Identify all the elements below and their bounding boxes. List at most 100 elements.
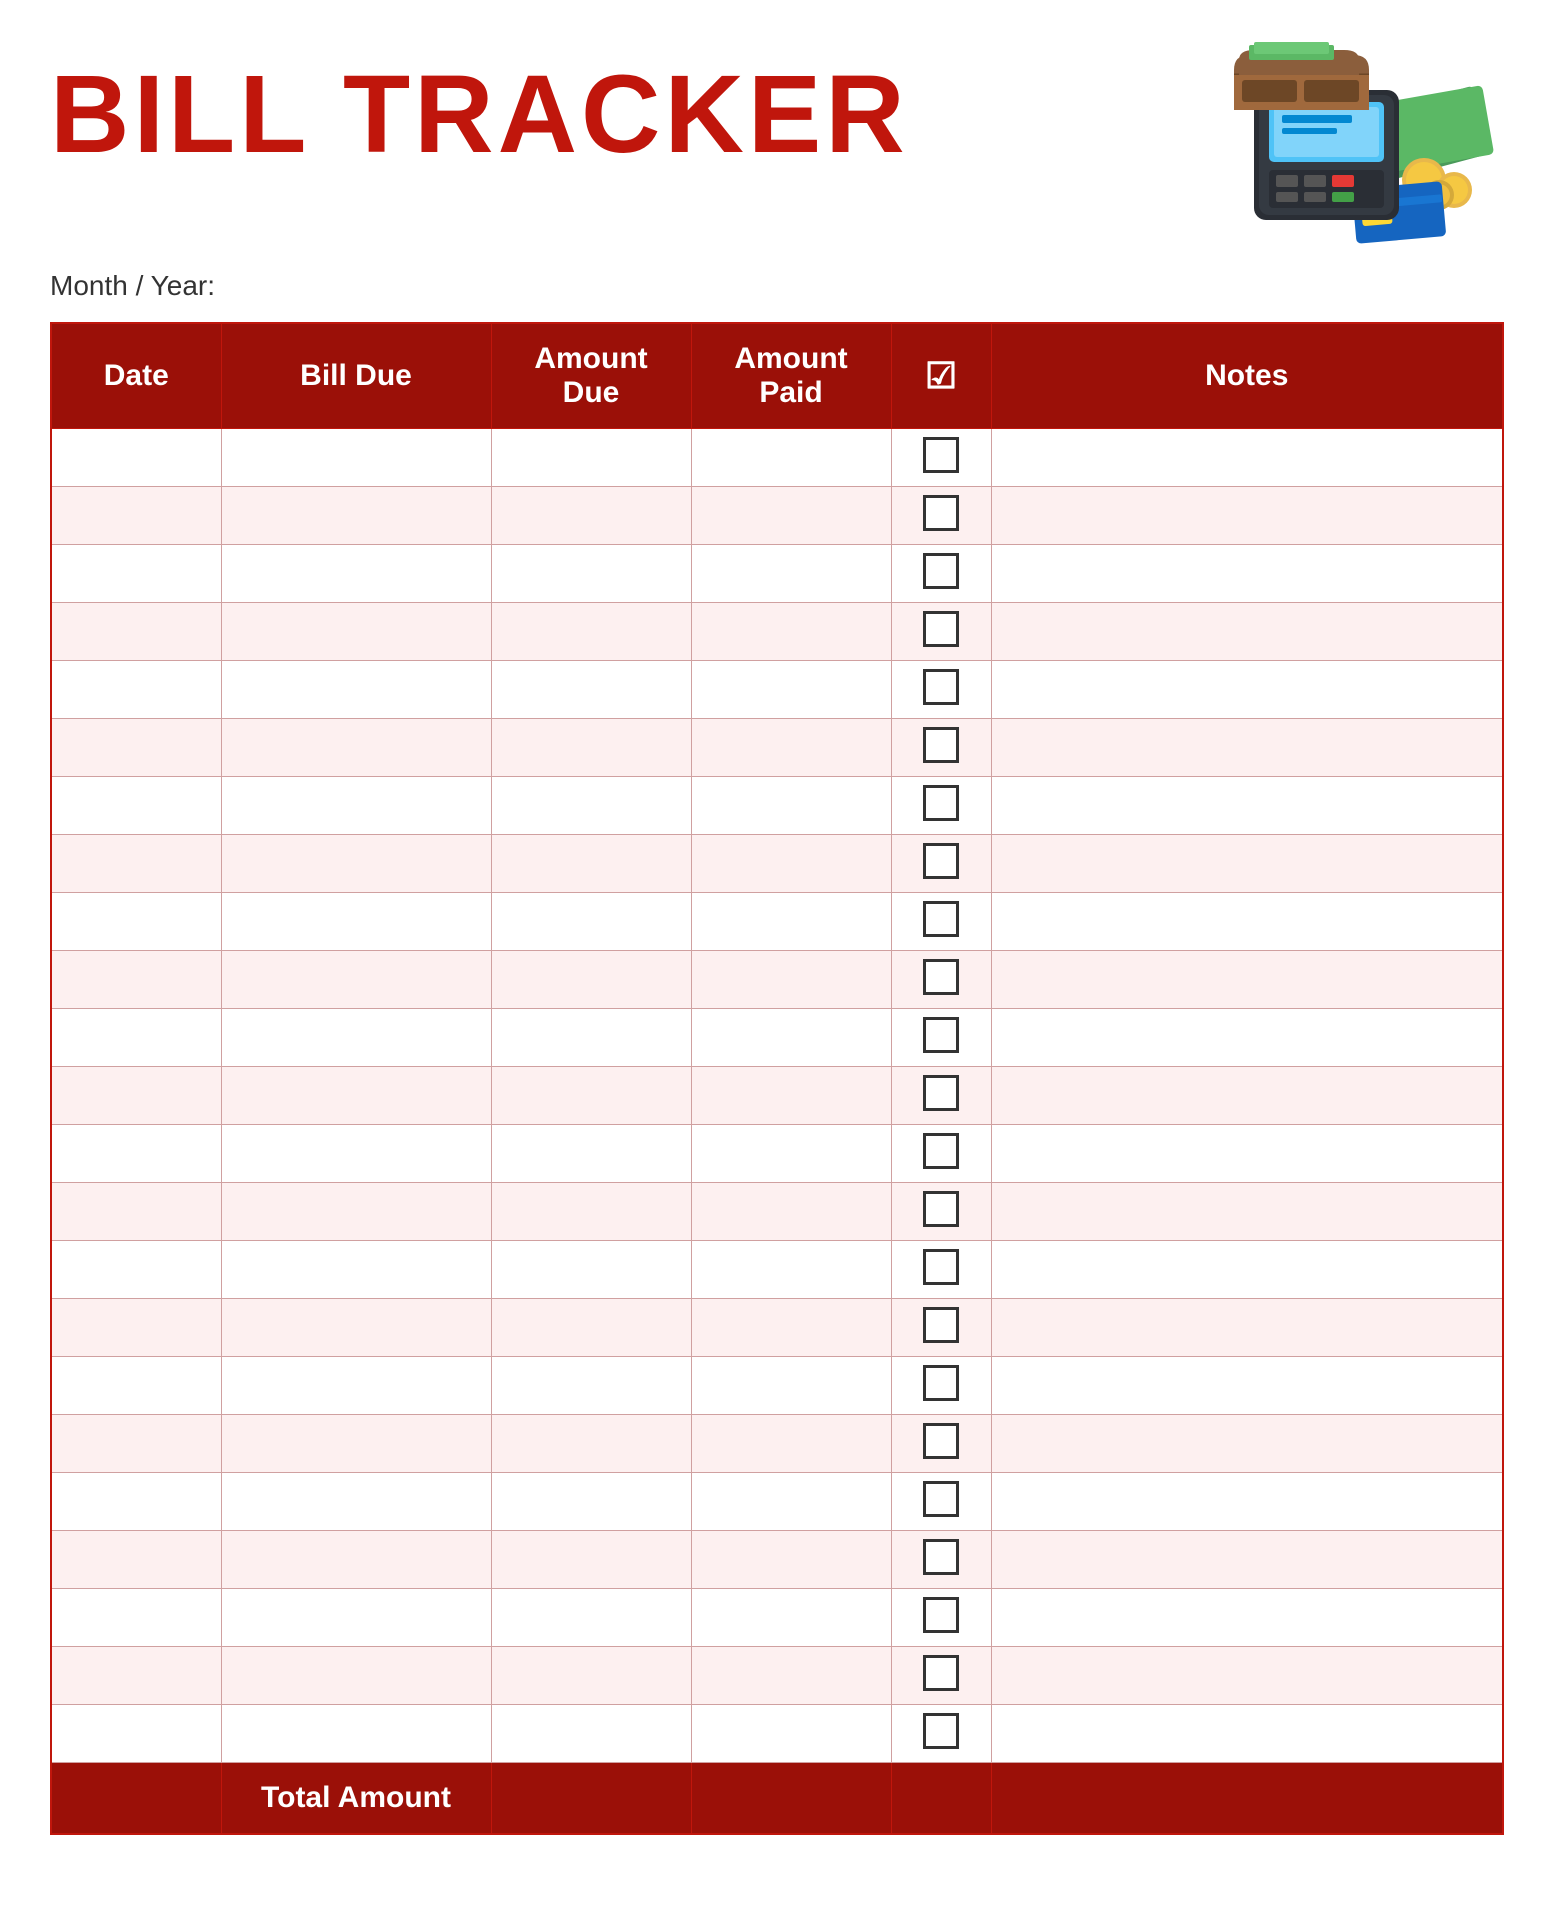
cell-notes[interactable] [991, 1009, 1503, 1067]
checkbox-box[interactable] [923, 1423, 959, 1459]
cell-checkbox[interactable] [891, 1589, 991, 1647]
cell-amount-due[interactable] [491, 893, 691, 951]
cell-bill-due[interactable] [221, 893, 491, 951]
cell-amount-due[interactable] [491, 1415, 691, 1473]
cell-amount-paid[interactable] [691, 545, 891, 603]
cell-checkbox[interactable] [891, 1357, 991, 1415]
cell-date[interactable] [51, 1705, 221, 1763]
cell-amount-due[interactable] [491, 1589, 691, 1647]
cell-date[interactable] [51, 719, 221, 777]
cell-bill-due[interactable] [221, 1183, 491, 1241]
cell-notes[interactable] [991, 893, 1503, 951]
cell-amount-due[interactable] [491, 835, 691, 893]
cell-notes[interactable] [991, 545, 1503, 603]
checkbox-box[interactable] [923, 1249, 959, 1285]
cell-amount-due[interactable] [491, 1241, 691, 1299]
cell-amount-paid[interactable] [691, 603, 891, 661]
checkbox-box[interactable] [923, 727, 959, 763]
cell-date[interactable] [51, 1183, 221, 1241]
cell-amount-paid[interactable] [691, 1415, 891, 1473]
cell-date[interactable] [51, 487, 221, 545]
checkbox-box[interactable] [923, 1075, 959, 1111]
cell-notes[interactable] [991, 429, 1503, 487]
checkbox-box[interactable] [923, 1655, 959, 1691]
cell-bill-due[interactable] [221, 1473, 491, 1531]
cell-amount-paid[interactable] [691, 1473, 891, 1531]
cell-checkbox[interactable] [891, 661, 991, 719]
cell-bill-due[interactable] [221, 1009, 491, 1067]
cell-date[interactable] [51, 545, 221, 603]
cell-amount-due[interactable] [491, 1357, 691, 1415]
checkbox-box[interactable] [923, 553, 959, 589]
cell-bill-due[interactable] [221, 1299, 491, 1357]
cell-amount-due[interactable] [491, 719, 691, 777]
cell-bill-due[interactable] [221, 1415, 491, 1473]
cell-checkbox[interactable] [891, 835, 991, 893]
cell-amount-due[interactable] [491, 429, 691, 487]
cell-amount-due[interactable] [491, 661, 691, 719]
cell-amount-paid[interactable] [691, 1241, 891, 1299]
cell-date[interactable] [51, 893, 221, 951]
cell-amount-paid[interactable] [691, 429, 891, 487]
cell-checkbox[interactable] [891, 1299, 991, 1357]
cell-date[interactable] [51, 1241, 221, 1299]
checkbox-box[interactable] [923, 843, 959, 879]
cell-notes[interactable] [991, 1183, 1503, 1241]
cell-bill-due[interactable] [221, 1589, 491, 1647]
cell-date[interactable] [51, 1299, 221, 1357]
cell-amount-paid[interactable] [691, 893, 891, 951]
cell-notes[interactable] [991, 1299, 1503, 1357]
cell-date[interactable] [51, 1531, 221, 1589]
cell-amount-paid[interactable] [691, 1125, 891, 1183]
cell-checkbox[interactable] [891, 719, 991, 777]
cell-amount-paid[interactable] [691, 1009, 891, 1067]
cell-checkbox[interactable] [891, 603, 991, 661]
cell-checkbox[interactable] [891, 777, 991, 835]
cell-bill-due[interactable] [221, 1705, 491, 1763]
cell-checkbox[interactable] [891, 545, 991, 603]
cell-amount-paid[interactable] [691, 1647, 891, 1705]
cell-notes[interactable] [991, 777, 1503, 835]
cell-notes[interactable] [991, 719, 1503, 777]
cell-amount-paid[interactable] [691, 1299, 891, 1357]
cell-notes[interactable] [991, 1415, 1503, 1473]
cell-date[interactable] [51, 1009, 221, 1067]
cell-amount-due[interactable] [491, 1183, 691, 1241]
cell-amount-due[interactable] [491, 545, 691, 603]
checkbox-box[interactable] [923, 901, 959, 937]
cell-amount-paid[interactable] [691, 487, 891, 545]
cell-amount-due[interactable] [491, 1531, 691, 1589]
cell-notes[interactable] [991, 1531, 1503, 1589]
cell-date[interactable] [51, 661, 221, 719]
cell-notes[interactable] [991, 1067, 1503, 1125]
cell-amount-paid[interactable] [691, 1589, 891, 1647]
checkbox-box[interactable] [923, 1191, 959, 1227]
checkbox-box[interactable] [923, 1539, 959, 1575]
cell-amount-paid[interactable] [691, 835, 891, 893]
cell-bill-due[interactable] [221, 719, 491, 777]
cell-bill-due[interactable] [221, 603, 491, 661]
cell-amount-paid[interactable] [691, 661, 891, 719]
cell-date[interactable] [51, 603, 221, 661]
cell-amount-due[interactable] [491, 1647, 691, 1705]
checkbox-box[interactable] [923, 437, 959, 473]
cell-amount-due[interactable] [491, 1067, 691, 1125]
cell-notes[interactable] [991, 1357, 1503, 1415]
cell-amount-paid[interactable] [691, 1183, 891, 1241]
checkbox-box[interactable] [923, 1017, 959, 1053]
cell-notes[interactable] [991, 1647, 1503, 1705]
cell-checkbox[interactable] [891, 893, 991, 951]
cell-amount-due[interactable] [491, 777, 691, 835]
cell-notes[interactable] [991, 1473, 1503, 1531]
cell-amount-paid[interactable] [691, 1705, 891, 1763]
cell-checkbox[interactable] [891, 1009, 991, 1067]
cell-date[interactable] [51, 1589, 221, 1647]
cell-bill-due[interactable] [221, 777, 491, 835]
cell-bill-due[interactable] [221, 1531, 491, 1589]
cell-checkbox[interactable] [891, 1415, 991, 1473]
cell-notes[interactable] [991, 951, 1503, 1009]
cell-amount-paid[interactable] [691, 1531, 891, 1589]
cell-date[interactable] [51, 1415, 221, 1473]
cell-amount-due[interactable] [491, 487, 691, 545]
cell-notes[interactable] [991, 835, 1503, 893]
